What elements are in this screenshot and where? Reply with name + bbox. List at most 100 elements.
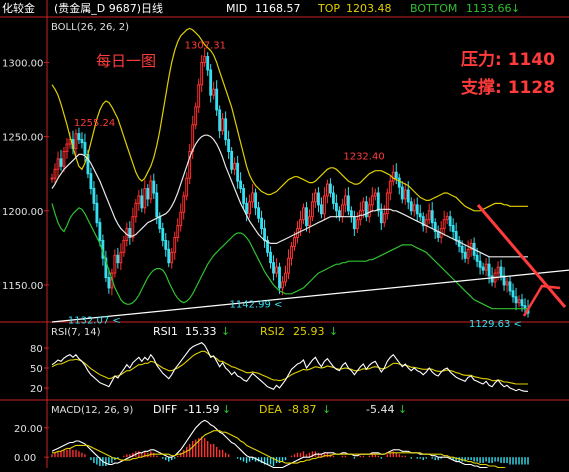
candle-body xyxy=(74,133,78,149)
candle-body xyxy=(391,171,395,182)
rsi2-value: 25.93 xyxy=(293,325,325,338)
candle-body xyxy=(203,56,207,63)
rsi2-line xyxy=(51,350,528,385)
candle-body xyxy=(260,217,263,230)
candle-body xyxy=(355,219,359,230)
candle-body xyxy=(448,216,452,227)
candle-body xyxy=(418,213,422,218)
caption-text: 每日一图 xyxy=(96,52,156,70)
candle-body xyxy=(325,183,329,197)
candle-body xyxy=(370,195,374,206)
y-tick-label: 1200.00 xyxy=(2,207,43,218)
candle-body xyxy=(367,204,371,218)
candle-body xyxy=(98,222,102,241)
candle-body xyxy=(107,277,111,289)
candle-body xyxy=(233,162,237,170)
chart-stage: 化较金 (贵金属_D 9687)日线 MID 1168.57 TOP 1203.… xyxy=(0,0,569,472)
candle-body xyxy=(290,245,293,259)
candle-body xyxy=(314,192,317,203)
axis-frame xyxy=(0,0,569,468)
candle-body xyxy=(170,251,174,264)
bottom-label: BOTTOM xyxy=(410,2,457,15)
support-text: 支撑: 1128 xyxy=(461,77,555,98)
rsi-pane: 80 50 20 xyxy=(30,342,528,395)
diff-down-icon: ↓ xyxy=(222,403,231,416)
candle-body xyxy=(382,213,386,224)
candle-body xyxy=(149,180,153,200)
rsi-tick-label: 50 xyxy=(30,364,43,375)
candle-body xyxy=(206,56,210,71)
candle-body xyxy=(475,254,479,262)
candle-body xyxy=(323,195,326,215)
candle-body xyxy=(116,254,120,264)
candle-body xyxy=(131,216,135,238)
candle-body xyxy=(502,275,506,286)
candle-body xyxy=(236,162,240,182)
candle-body xyxy=(56,158,60,170)
candle-body xyxy=(520,299,524,307)
mid-value: 1168.57 xyxy=(255,2,301,15)
candle-body xyxy=(394,171,398,179)
macd-label: MACD(12, 26, 9) xyxy=(51,405,133,416)
candle-body xyxy=(406,189,410,203)
down-arrow-icon: ↓ xyxy=(511,2,520,15)
candle-body xyxy=(257,207,260,219)
candle-body xyxy=(400,186,404,200)
candle-body xyxy=(481,266,485,271)
candle-body xyxy=(254,192,257,209)
top-value: 1203.48 xyxy=(346,2,392,15)
top-label: TOP xyxy=(317,2,340,15)
candle-body xyxy=(185,177,189,197)
candle-body xyxy=(140,195,144,209)
macd-value: -5.44 xyxy=(366,403,394,416)
candle-body xyxy=(215,88,219,111)
rsi-tick-label: 80 xyxy=(30,344,43,355)
candle-body xyxy=(499,266,503,277)
candle-body xyxy=(50,177,54,180)
macd-down-icon: ↓ xyxy=(398,403,407,416)
dea-value: -8.87 xyxy=(288,403,316,416)
price-annotation: 1232.40 xyxy=(343,152,384,163)
rsi1-label: RSI1 xyxy=(153,325,178,338)
candle-body xyxy=(77,133,81,141)
candle-body xyxy=(197,84,201,108)
candle-body xyxy=(248,201,252,215)
rsi2-label: RSI2 xyxy=(260,325,285,338)
candle-body xyxy=(334,202,338,212)
candle-body xyxy=(376,192,380,212)
candle-body xyxy=(412,204,416,212)
candle-body xyxy=(337,210,341,218)
y-tick-label: 1150.00 xyxy=(2,281,43,292)
candle-body xyxy=(221,118,225,132)
diff-value: -11.59 xyxy=(184,403,219,416)
candle-body xyxy=(320,204,323,215)
candle-body xyxy=(328,183,332,194)
price-annotation: 1307.31 xyxy=(185,41,226,52)
candle-body xyxy=(487,263,491,277)
candle-body xyxy=(302,207,305,221)
candle-body xyxy=(80,139,84,144)
rsi-tick-label: 20 xyxy=(30,384,43,395)
candle-body xyxy=(415,204,419,215)
boll-label: BOLL(26, 26, 2) xyxy=(51,22,129,33)
price-annotation: 1132.07 < xyxy=(68,316,121,327)
candle-body xyxy=(451,225,455,233)
candle-body xyxy=(281,281,284,289)
candle-body xyxy=(209,69,213,96)
candle-body xyxy=(230,150,234,170)
candle-body xyxy=(373,192,377,197)
candle-body xyxy=(427,210,431,221)
candle-body xyxy=(263,228,266,241)
mid-label: MID xyxy=(226,2,247,15)
candle-body xyxy=(59,158,63,167)
dea-label: DEA xyxy=(259,403,282,416)
macd-tick-label: 0.00 xyxy=(14,453,36,464)
candle-body xyxy=(311,201,314,218)
instrument-title: (贵金属_D 9687)日线 xyxy=(54,1,163,15)
dea-down-icon: ↓ xyxy=(322,403,331,416)
candle-body xyxy=(511,290,515,298)
rsi1-line xyxy=(51,342,528,392)
candle-body xyxy=(517,299,521,304)
rsi1-value: 15.33 xyxy=(185,325,217,338)
support-trendline xyxy=(51,269,569,323)
